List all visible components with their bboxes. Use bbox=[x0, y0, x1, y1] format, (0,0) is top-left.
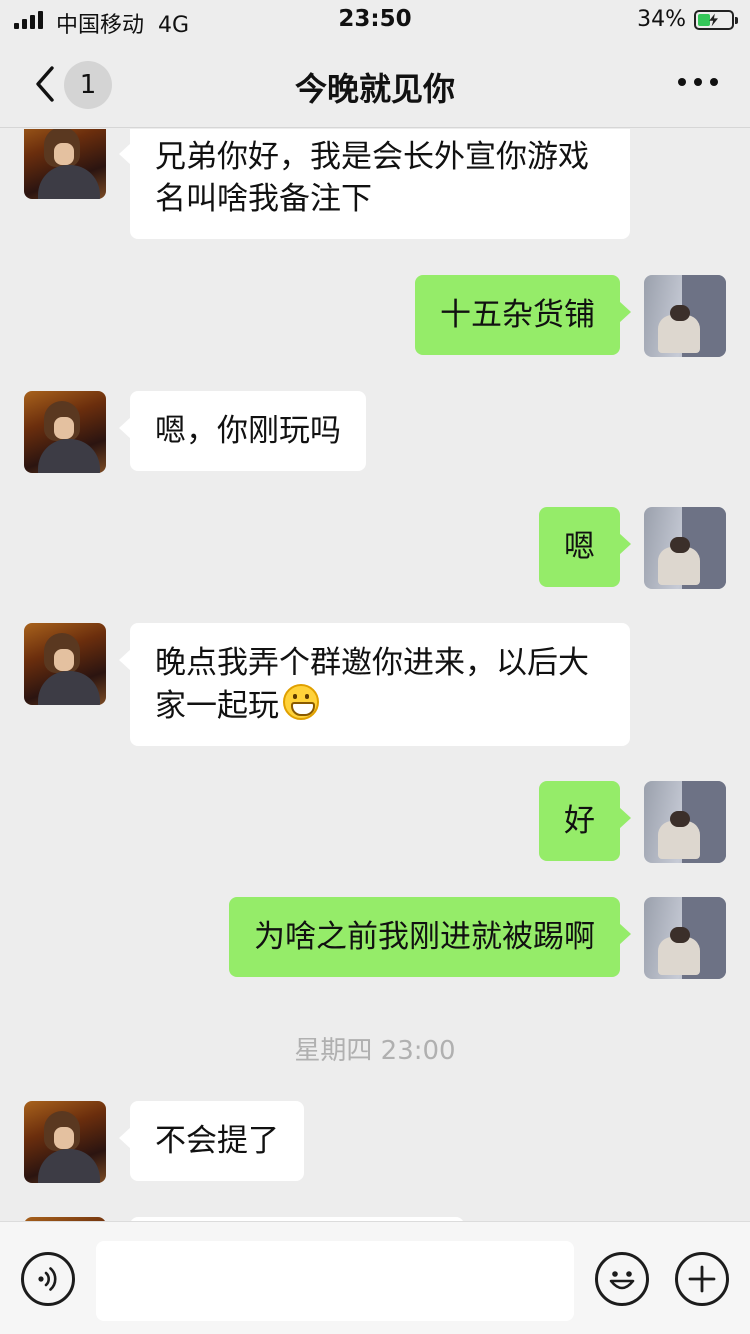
time-separator: 星期四 23:00 bbox=[294, 1036, 456, 1066]
message-text: 嗯 bbox=[564, 529, 595, 565]
message-bubble-received[interactable]: 不会提了 bbox=[119, 1101, 304, 1181]
contact-avatar[interactable] bbox=[24, 129, 106, 199]
message-bubble-received[interactable]: 晚点我弄个群邀你进来，以后大家一起玩 bbox=[119, 623, 630, 746]
message-text: 为啥之前我刚进就被踢啊 bbox=[254, 919, 595, 955]
message-input[interactable] bbox=[96, 1241, 574, 1321]
my-avatar[interactable] bbox=[644, 781, 726, 863]
message-bubble-sent[interactable]: 好 bbox=[539, 781, 631, 861]
message-text: 兄弟你好，我是会长外宣你游戏名叫啥我备注下 bbox=[155, 139, 589, 217]
emoji-icon[interactable] bbox=[595, 1252, 649, 1306]
contact-avatar[interactable] bbox=[24, 1101, 106, 1183]
plus-icon[interactable] bbox=[675, 1252, 729, 1306]
battery-icon bbox=[694, 10, 738, 30]
message-bubble-sent[interactable]: 十五杂货铺 bbox=[415, 275, 631, 355]
message-text: 十五杂货铺 bbox=[440, 297, 595, 333]
message-text: 不会提了 bbox=[155, 1123, 279, 1159]
message-text: 好 bbox=[564, 803, 595, 839]
chat-title: 今晚就见你 bbox=[294, 70, 455, 108]
message-bubble-received[interactable]: 嗯，你刚玩吗 bbox=[119, 391, 366, 471]
contact-avatar[interactable] bbox=[24, 391, 106, 473]
message-bubble-received[interactable]: 兄弟你好，我是会长外宣你游戏名叫啥我备注下 bbox=[119, 129, 630, 239]
my-avatar[interactable] bbox=[644, 897, 726, 979]
input-bar bbox=[0, 1221, 750, 1334]
voice-icon[interactable] bbox=[21, 1252, 75, 1306]
chat-header: 1 今晚就见你 bbox=[0, 40, 750, 128]
my-avatar[interactable] bbox=[644, 275, 726, 357]
message-bubble-sent[interactable]: 嗯 bbox=[539, 507, 631, 587]
my-avatar[interactable] bbox=[644, 507, 726, 589]
message-text: 嗯，你刚玩吗 bbox=[155, 413, 341, 449]
message-text: 晚点我弄个群邀你进来，以后大家一起玩 bbox=[155, 645, 589, 724]
message-bubble-sent[interactable]: 为啥之前我刚进就被踢啊 bbox=[229, 897, 631, 977]
message-list[interactable]: 兄弟你好，我是会长外宣你游戏名叫啥我备注下 十五杂货铺 嗯，你刚玩吗 嗯 晚点我… bbox=[0, 129, 750, 1221]
grinning-emoji-icon bbox=[283, 684, 319, 720]
more-options-icon[interactable] bbox=[678, 78, 718, 86]
battery-percent: 34% bbox=[637, 7, 686, 32]
status-bar: 中国移动 4G 23:50 34% bbox=[0, 0, 750, 40]
contact-avatar[interactable] bbox=[24, 623, 106, 705]
